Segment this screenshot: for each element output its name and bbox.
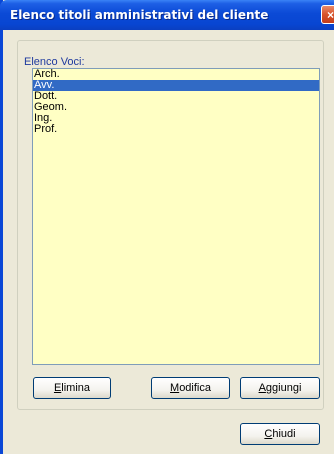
- elimina-label: limina: [61, 382, 91, 394]
- title-bar[interactable]: Elenco titoli amministrativi del cliente…: [0, 0, 334, 30]
- modifica-label: odifica: [179, 382, 211, 394]
- close-icon: ×: [326, 8, 334, 22]
- items-listbox[interactable]: Arch. Avv. Dott. Geom. Ing. Prof.: [32, 68, 320, 365]
- list-item[interactable]: Geom.: [33, 102, 319, 113]
- list-item[interactable]: Prof.: [33, 124, 319, 135]
- aggiungi-mnemonic: A: [258, 382, 266, 394]
- group-label: Elenco Voci:: [24, 56, 85, 68]
- list-item-selected[interactable]: Avv.: [33, 80, 319, 91]
- list-item[interactable]: Ing.: [33, 113, 319, 124]
- chiudi-label: hiudi: [272, 428, 296, 440]
- chiudi-button[interactable]: Chiudi: [240, 423, 320, 445]
- list-item[interactable]: Arch.: [33, 69, 319, 80]
- modifica-button[interactable]: Modifica: [151, 377, 230, 399]
- modifica-mnemonic: M: [170, 382, 180, 394]
- elimina-button[interactable]: Elimina: [33, 377, 111, 399]
- aggiungi-label: ggiungi: [265, 382, 302, 394]
- list-item[interactable]: Dott.: [33, 91, 319, 102]
- close-button[interactable]: ×: [321, 5, 334, 24]
- window-title: Elenco titoli amministrativi del cliente: [10, 8, 269, 22]
- aggiungi-button[interactable]: Aggiungi: [240, 377, 320, 399]
